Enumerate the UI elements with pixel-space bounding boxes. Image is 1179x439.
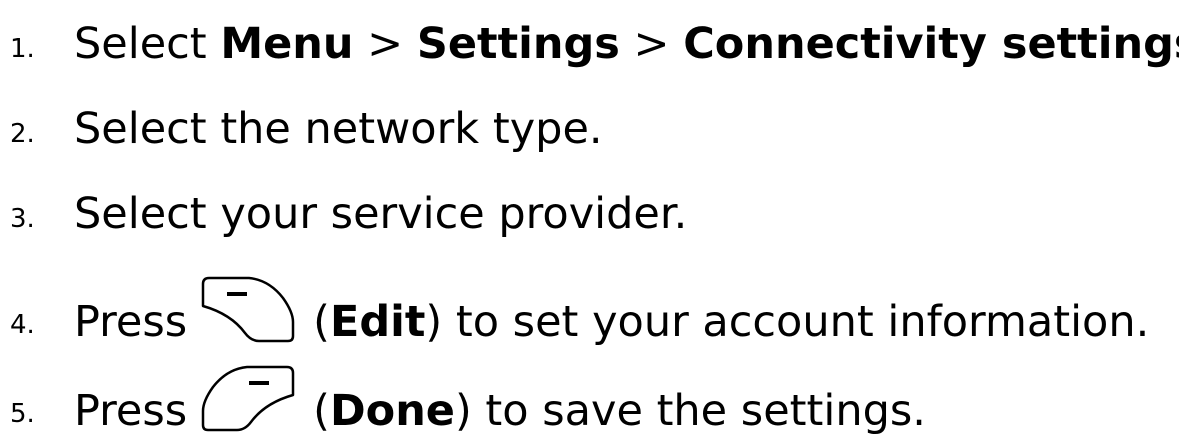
softkey-label-done: Done — [329, 386, 455, 436]
open-paren: ( — [313, 386, 330, 436]
path-separator: > — [619, 19, 684, 69]
menu-path-menu: Menu — [220, 19, 354, 69]
step-text: Press ( Edit ) to set your account infor… — [74, 274, 1149, 346]
instruction-steps: 1. Select Menu > Settings > Connectivity… — [0, 0, 1179, 439]
step-number: 3. — [10, 204, 35, 234]
step-text-plain: Press — [74, 297, 188, 347]
open-paren: ( — [313, 297, 330, 347]
right-softkey-icon — [197, 363, 299, 435]
softkey-label-edit: Edit — [329, 297, 426, 347]
step-number: 1. — [10, 34, 35, 64]
step-number: 2. — [10, 119, 35, 149]
step-number: 5. — [10, 399, 35, 429]
menu-path-connectivity-settings: Connectivity settings — [683, 19, 1179, 69]
step-text-plain: ) to set your account information. — [425, 297, 1150, 347]
step-text: Select Menu > Settings > Connectivity se… — [74, 20, 1179, 68]
path-separator: > — [353, 19, 417, 69]
step-text: Select your service provider. — [74, 189, 688, 239]
step-text-plain: Select — [74, 19, 221, 69]
step-text-plain: Press — [74, 386, 188, 436]
menu-path-settings: Settings — [416, 19, 620, 69]
step-text-plain: ) to save the settings. — [454, 386, 926, 436]
left-softkey-icon — [197, 274, 299, 346]
step-text: Select the network type. — [74, 104, 603, 154]
step-number: 4. — [10, 310, 35, 340]
step-text: Press ( Done ) to save the settings. — [74, 363, 926, 435]
